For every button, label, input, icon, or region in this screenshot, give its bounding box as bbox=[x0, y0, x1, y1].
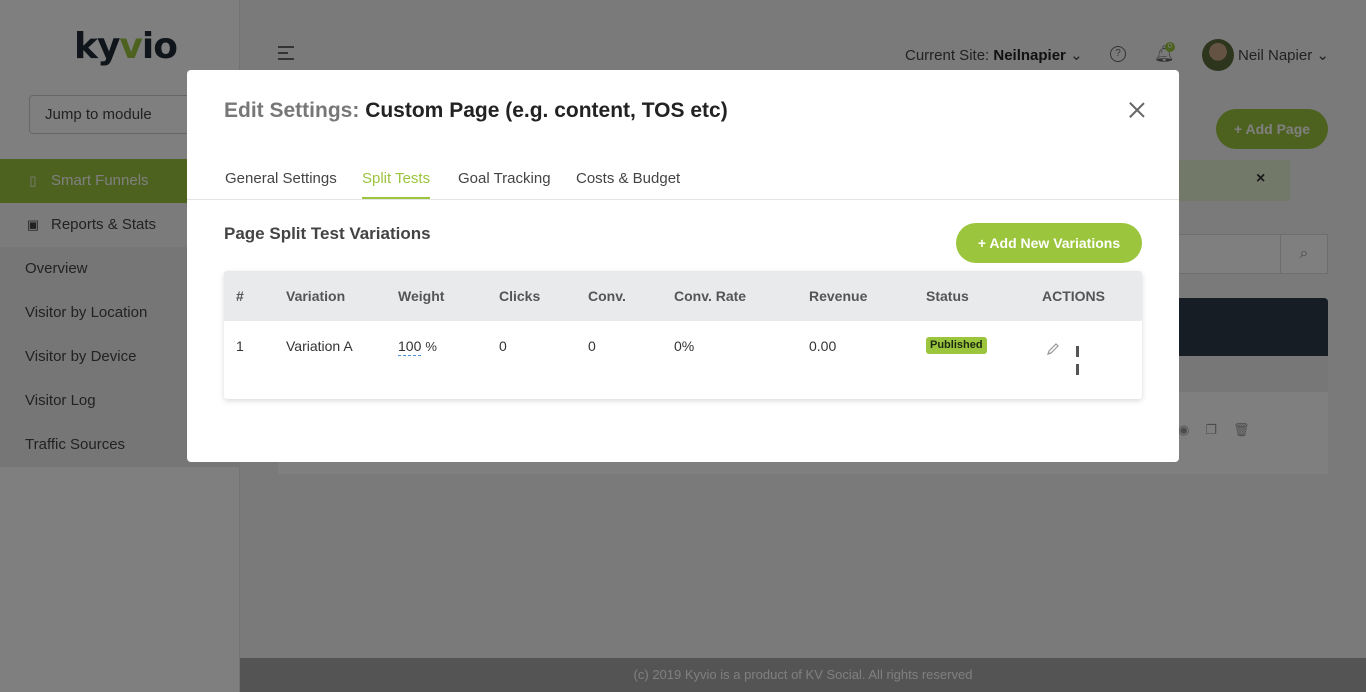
tab-goal-tracking[interactable]: Goal Tracking bbox=[458, 170, 551, 197]
column-header: Variation bbox=[286, 288, 346, 304]
table-header: # Variation Weight Clicks Conv. Conv. Ra… bbox=[224, 271, 1142, 321]
cell-conv-rate: 0% bbox=[674, 338, 695, 354]
modal-title: Edit Settings: Custom Page (e.g. content… bbox=[224, 99, 728, 122]
cell-number: 1 bbox=[236, 338, 244, 354]
column-header: Conv. Rate bbox=[674, 288, 747, 304]
tab-costs-budget[interactable]: Costs & Budget bbox=[576, 170, 680, 197]
column-header: Clicks bbox=[499, 288, 541, 304]
tab-split-tests[interactable]: Split Tests bbox=[362, 170, 431, 199]
cell-conv: 0 bbox=[588, 338, 596, 354]
cell-weight: 100% bbox=[398, 338, 437, 356]
column-header: Revenue bbox=[809, 288, 868, 304]
cell-clicks: 0 bbox=[499, 338, 507, 354]
edit-settings-modal: Edit Settings: Custom Page (e.g. content… bbox=[187, 70, 1179, 462]
section-title: Page Split Test Variations bbox=[224, 224, 431, 243]
close-icon[interactable] bbox=[1125, 98, 1149, 122]
tab-general-settings[interactable]: General Settings bbox=[225, 170, 337, 197]
column-header: Weight bbox=[398, 288, 445, 304]
column-header: ACTIONS bbox=[1042, 288, 1105, 304]
variations-table: # Variation Weight Clicks Conv. Conv. Ra… bbox=[224, 271, 1142, 399]
pencil-icon[interactable] bbox=[1046, 342, 1060, 356]
column-header: Status bbox=[926, 288, 969, 304]
status-badge: Published bbox=[926, 337, 987, 354]
cell-variation: Variation A bbox=[286, 338, 353, 354]
weight-editable[interactable]: 100 bbox=[398, 338, 422, 356]
cell-revenue: 0.00 bbox=[809, 338, 837, 354]
pause-icon[interactable] bbox=[1076, 344, 1086, 375]
add-new-variations-button[interactable]: + Add New Variations bbox=[956, 223, 1142, 263]
column-header: Conv. bbox=[588, 288, 626, 304]
column-header: # bbox=[236, 288, 244, 304]
settings-tabs: General Settings Split Tests Goal Tracki… bbox=[187, 166, 1179, 200]
